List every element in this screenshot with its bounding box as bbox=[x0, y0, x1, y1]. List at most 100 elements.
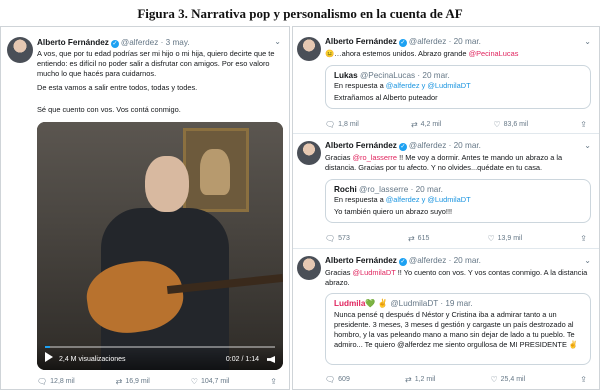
video-progress-fill bbox=[45, 346, 50, 348]
avatar[interactable] bbox=[297, 256, 321, 280]
heart-icon: ♡ bbox=[490, 375, 498, 384]
quoted-text: Yo también quiero un abrazo suyo!!! bbox=[334, 207, 453, 216]
heart-icon: ♡ bbox=[487, 234, 495, 243]
quoted-handle: @LudmilaDT · 19 mar. bbox=[390, 299, 473, 308]
quoted-header: Rochi @ro_lasserre · 20 mar. bbox=[334, 185, 443, 194]
chevron-down-icon[interactable]: ⌄ bbox=[584, 256, 591, 265]
author-name[interactable]: Alberto Fernández bbox=[325, 256, 397, 265]
like-button[interactable]: ♡ 83,6 mil bbox=[493, 120, 528, 129]
retweet-count: 615 bbox=[417, 235, 430, 242]
video-time: 0:02 / 1:14 bbox=[225, 356, 259, 363]
retweet-icon: ⇄ bbox=[407, 234, 415, 243]
chevron-down-icon[interactable]: ⌄ bbox=[584, 37, 591, 46]
divider bbox=[293, 248, 599, 249]
tweet-date[interactable]: · 3 may. bbox=[161, 38, 190, 47]
author-name[interactable]: Alberto Fernández bbox=[325, 37, 397, 46]
reply-icon: 🗨 bbox=[325, 234, 336, 243]
reply-count: 609 bbox=[338, 376, 350, 383]
author-handle[interactable]: @alferdez bbox=[409, 256, 446, 265]
play-icon[interactable] bbox=[45, 352, 53, 362]
quoted-header: Lukas @PecinaLucas · 20 mar. bbox=[334, 71, 450, 80]
tweet-header: Alberto Fernández ✓ @alferdez · 20 mar. bbox=[325, 141, 481, 151]
retweet-count: 16,9 mil bbox=[125, 378, 150, 385]
tweet-text: 😐…ahora estemos unidos. Abrazo grande @P… bbox=[325, 49, 519, 58]
verified-icon: ✓ bbox=[398, 143, 407, 151]
tweet-actions: 🗨 573 ⇄ 615 ♡ 13,9 mil ⇪ bbox=[325, 234, 587, 243]
reply-context: En respuesta a @alferdez y @LudmilaDT bbox=[334, 81, 471, 90]
reply-count: 573 bbox=[338, 235, 350, 242]
reply-to-link[interactable]: @alferdez y @LudmilaDT bbox=[386, 195, 471, 204]
tweet-header: Alberto Fernández ✓ @alferdez · 20 mar. bbox=[325, 256, 481, 266]
share-icon: ⇪ bbox=[270, 377, 277, 386]
retweet-icon: ⇄ bbox=[115, 377, 123, 386]
right-tweets-panel: Alberto Fernández ✓ @alferdez · 20 mar. ⌄ … bbox=[292, 26, 600, 390]
quoted-tweet[interactable]: Rochi @ro_lasserre · 20 mar. En respuest… bbox=[325, 179, 591, 223]
like-count: 83,6 mil bbox=[503, 121, 529, 128]
author-name[interactable]: Alberto Fernández bbox=[37, 38, 109, 47]
author-handle[interactable]: @alferdez bbox=[409, 141, 446, 150]
like-count: 25,4 mil bbox=[500, 376, 526, 383]
quoted-header: Ludmila💚 ✌ @LudmilaDT · 19 mar. bbox=[334, 299, 473, 309]
reply-to-link[interactable]: @alferdez y @LudmilaDT bbox=[386, 81, 471, 90]
tweet-text-p2: De esta vamos a salir entre todos, todas… bbox=[37, 83, 198, 92]
share-button[interactable]: ⇪ bbox=[580, 375, 587, 384]
tweet-text-p1: A vos, que por tu edad podrías ser mi hi… bbox=[37, 49, 275, 78]
chevron-down-icon[interactable]: ⌄ bbox=[584, 141, 591, 150]
reply-count: 1,8 mil bbox=[338, 121, 359, 128]
like-button[interactable]: ♡ 13,9 mil bbox=[487, 234, 522, 243]
tweet-actions: 🗨 1,8 mil ⇄ 4,2 mil ♡ 83,6 mil ⇪ bbox=[325, 120, 587, 129]
reply-button[interactable]: 🗨 609 bbox=[325, 375, 350, 384]
mention-link[interactable]: @ro_lasserre bbox=[353, 153, 397, 162]
retweet-button[interactable]: ⇄ 16,9 mil bbox=[116, 377, 150, 386]
author-handle[interactable]: @alferdez bbox=[121, 38, 158, 47]
avatar[interactable] bbox=[297, 37, 321, 61]
tweet-actions: 🗨 609 ⇄ 1,2 mil ♡ 25,4 mil ⇪ bbox=[325, 375, 587, 384]
chevron-down-icon[interactable]: ⌄ bbox=[274, 37, 281, 46]
mention-link[interactable]: @PecinaLucas bbox=[469, 49, 519, 58]
quoted-author-name: Lukas bbox=[334, 71, 358, 80]
retweet-button[interactable]: ⇄ 1,2 mil bbox=[405, 375, 435, 384]
video-player[interactable]: 2,4 M visualizaciones 0:02 / 1:14 bbox=[37, 122, 283, 370]
tweet-date[interactable]: · 20 mar. bbox=[449, 37, 481, 46]
reply-button[interactable]: 🗨 12,8 mil bbox=[37, 377, 75, 386]
author-name[interactable]: Alberto Fernández bbox=[325, 141, 397, 150]
quoted-tweet[interactable]: Lukas @PecinaLucas · 20 mar. En respuest… bbox=[325, 65, 591, 109]
tweet-header: Alberto Fernández ✓ @alferdez · 20 mar. bbox=[325, 37, 481, 47]
reply-button[interactable]: 🗨 1,8 mil bbox=[325, 120, 359, 129]
reply-icon: 🗨 bbox=[325, 375, 336, 384]
reply-icon: 🗨 bbox=[325, 120, 336, 129]
reply-icon: 🗨 bbox=[37, 377, 48, 386]
quoted-tweet[interactable]: Ludmila💚 ✌ @LudmilaDT · 19 mar. Nunca pe… bbox=[325, 293, 591, 365]
like-button[interactable]: ♡ 104,7 mil bbox=[191, 377, 230, 386]
verified-icon: ✓ bbox=[110, 40, 119, 48]
retweet-button[interactable]: ⇄ 615 bbox=[408, 234, 429, 243]
share-icon: ⇪ bbox=[580, 234, 587, 243]
like-button[interactable]: ♡ 25,4 mil bbox=[490, 375, 525, 384]
like-count: 13,9 mil bbox=[497, 235, 523, 242]
video-views: 2,4 M visualizaciones bbox=[59, 356, 126, 363]
quoted-handle: @ro_lasserre · 20 mar. bbox=[359, 185, 443, 194]
avatar[interactable] bbox=[297, 141, 321, 165]
quoted-author-name: Rochi bbox=[334, 185, 357, 194]
reply-button[interactable]: 🗨 573 bbox=[325, 234, 350, 243]
mention-link[interactable]: @LudmilaDT bbox=[353, 268, 396, 277]
quoted-handle: @PecinaLucas · 20 mar. bbox=[359, 71, 450, 80]
quoted-author-name: Ludmila💚 ✌ bbox=[334, 299, 389, 308]
figure-title: Figura 3. Narrativa pop y personalismo e… bbox=[137, 6, 463, 21]
quoted-text: Nunca pensé q después d Néstor y Cristin… bbox=[334, 310, 579, 349]
retweet-count: 1,2 mil bbox=[414, 376, 436, 383]
tweet-date[interactable]: · 20 mar. bbox=[449, 141, 481, 150]
tweet-header: Alberto Fernández ✓ @alferdez · 3 may. bbox=[37, 38, 190, 48]
share-button[interactable]: ⇪ bbox=[580, 120, 587, 129]
divider bbox=[293, 133, 599, 134]
share-button[interactable]: ⇪ bbox=[270, 377, 277, 386]
author-handle[interactable]: @alferdez bbox=[409, 37, 446, 46]
reply-context: En respuesta a @alferdez y @LudmilaDT bbox=[334, 195, 471, 204]
tweet-date[interactable]: · 20 mar. bbox=[449, 256, 481, 265]
avatar[interactable] bbox=[7, 37, 33, 63]
verified-icon: ✓ bbox=[398, 258, 407, 266]
share-button[interactable]: ⇪ bbox=[580, 234, 587, 243]
video-progress-bar[interactable] bbox=[45, 346, 275, 348]
reply-count: 12,8 mil bbox=[50, 378, 75, 385]
retweet-button[interactable]: ⇄ 4,2 mil bbox=[411, 120, 441, 129]
